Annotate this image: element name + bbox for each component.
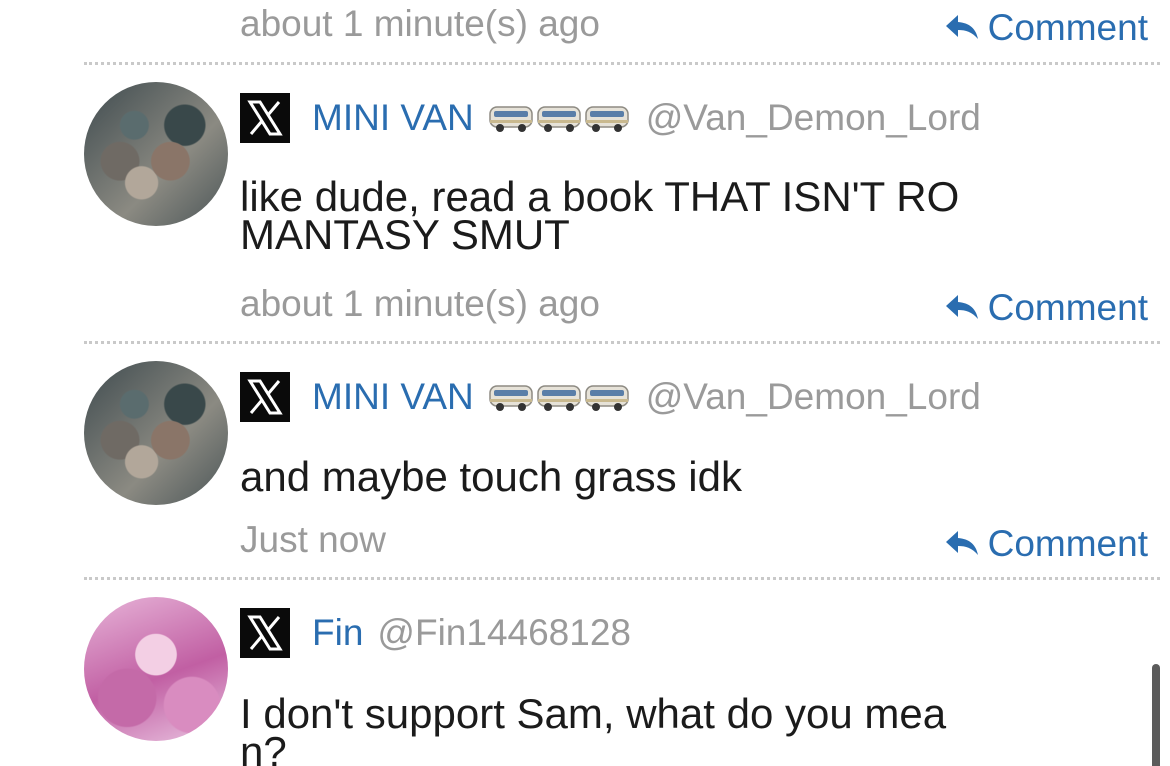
author-name[interactable]: MINI VAN [312,97,474,139]
reply-arrow-icon [945,531,978,555]
avatar[interactable] [84,597,228,741]
comment-feed: about 1 minute(s) ago Comment MINI VAN @… [0,0,1170,766]
author-handle[interactable]: @Van_Demon_Lord [646,376,981,418]
x-logo-icon [240,93,290,143]
post-meta: Just now Comment [240,518,1148,564]
minibus-icon [488,385,533,411]
author-name[interactable]: Fin [312,612,363,654]
comment-button[interactable]: Comment [944,286,1148,330]
minibus-icon [536,106,581,132]
x-logo-icon [240,608,290,658]
divider [84,577,1160,580]
post-meta: about 1 minute(s) ago Comment [240,2,1148,48]
timestamp: Just now [240,519,387,560]
timestamp: about 1 minute(s) ago [240,3,600,44]
comment-label: Comment [987,523,1148,564]
author-row: Fin @Fin14468128 [240,607,631,659]
scrollbar[interactable] [1152,664,1160,766]
author-handle[interactable]: @Fin14468128 [377,612,631,654]
reply-arrow-icon [945,295,978,319]
reply-arrow-icon [945,15,978,39]
minibus-icon [584,106,629,132]
comment-body: like dude, read a book THAT ISN'T RO MANT… [240,176,1060,256]
comment-body: I don't support Sam, what do you mea n? [240,693,1060,766]
minibus-icon [488,106,533,132]
author-row: MINI VAN @Van_Demon_Lord [240,92,981,144]
author-name[interactable]: MINI VAN [312,376,474,418]
divider [84,341,1160,344]
comment-label: Comment [987,287,1148,328]
comment-text-line: I don't support Sam, what do you mea [240,690,947,737]
author-handle[interactable]: @Van_Demon_Lord [646,97,981,139]
x-logo-icon [240,372,290,422]
comment-text-line: and maybe touch grass idk [240,453,742,500]
avatar[interactable] [84,82,228,226]
emoji-group [488,382,632,412]
author-row: MINI VAN @Van_Demon_Lord [240,371,981,423]
minibus-icon [584,385,629,411]
comment-label: Comment [987,7,1148,48]
post-meta: about 1 minute(s) ago Comment [240,282,1148,328]
emoji-group [488,103,632,133]
timestamp: about 1 minute(s) ago [240,283,600,324]
comment-text-line: MANTASY SMUT [240,211,570,258]
comment-button[interactable]: Comment [944,6,1148,50]
comment-body: and maybe touch grass idk [240,456,1060,498]
comment-text-line: n? [240,728,287,766]
divider [84,62,1160,65]
minibus-icon [536,385,581,411]
avatar[interactable] [84,361,228,505]
comment-button[interactable]: Comment [944,522,1148,566]
